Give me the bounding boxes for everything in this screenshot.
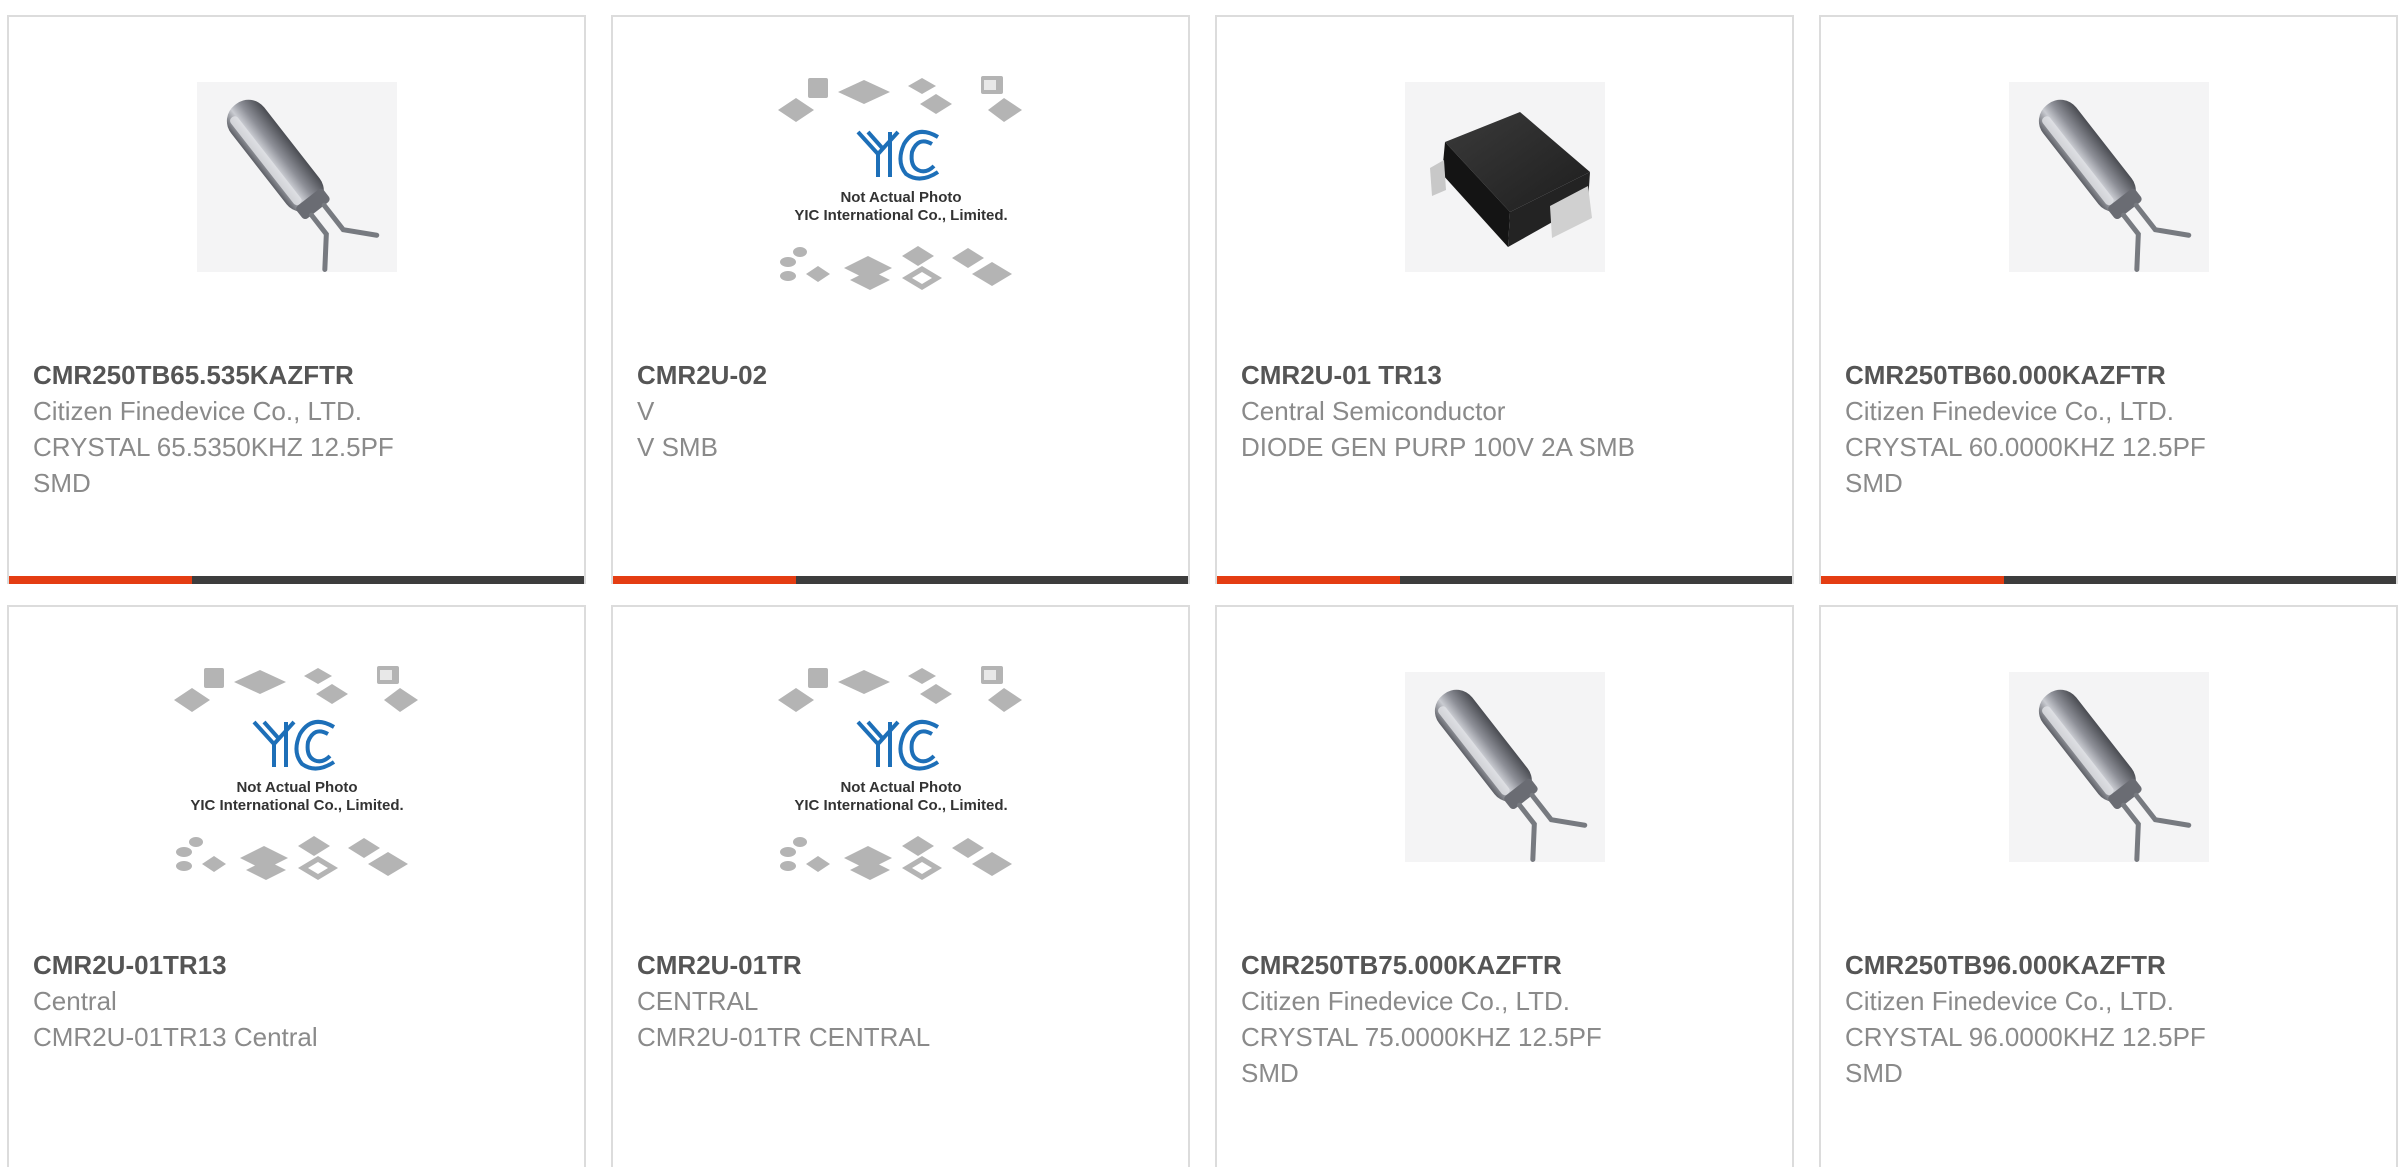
svg-text:Not Actual Photo: Not Actual Photo xyxy=(840,189,961,206)
svg-text:Not Actual Photo: Not Actual Photo xyxy=(840,779,961,796)
manufacturer: Central xyxy=(33,986,117,1016)
part-number-link[interactable]: CMR2U-01 TR13 xyxy=(1241,357,1768,393)
crystal-icon xyxy=(1404,672,1605,862)
manufacturer: Citizen Finedevice Co., LTD. xyxy=(33,396,362,426)
svg-text:YIC International Co., Limited: YIC International Co., Limited. xyxy=(190,797,403,814)
part-number-link[interactable]: CMR2U-01TR xyxy=(637,947,1164,983)
svg-text:YIC International Co., Limited: YIC International Co., Limited. xyxy=(794,797,1007,814)
placeholder-logo-icon: Not Actual Photo YIC International Co., … xyxy=(777,666,1022,880)
part-number-link[interactable]: CMR250TB65.535KAZFTR xyxy=(33,357,560,393)
product-grid: CMR250TB65.535KAZFTR Citizen Finedevice … xyxy=(0,0,2400,1167)
card-bottom-bar xyxy=(613,576,1188,584)
product-image[interactable] xyxy=(1821,72,2396,307)
product-card[interactable]: Not Actual Photo YIC International Co., … xyxy=(7,605,586,1167)
product-image[interactable] xyxy=(1821,662,2396,897)
description: CMR2U-01TR13 Central xyxy=(33,1022,318,1052)
manufacturer: V xyxy=(637,396,655,426)
svg-text:Not Actual Photo: Not Actual Photo xyxy=(236,779,357,796)
description: CRYSTAL 75.0000KHZ 12.5PF SMD xyxy=(1241,1022,1602,1088)
placeholder-logo-icon: Not Actual Photo YIC International Co., … xyxy=(777,76,1022,290)
card-accent-bar xyxy=(613,576,796,584)
product-image[interactable] xyxy=(1217,72,1792,307)
part-number-link[interactable]: CMR250TB96.000KAZFTR xyxy=(1845,947,2372,983)
manufacturer: CENTRAL xyxy=(637,986,759,1016)
product-card[interactable]: CMR2U-01 TR13 Central Semiconductor DIOD… xyxy=(1215,15,1794,584)
manufacturer: Central Semiconductor xyxy=(1241,396,1506,426)
diode-icon xyxy=(1404,82,1605,272)
description: V SMB xyxy=(637,432,718,462)
product-card[interactable]: CMR250TB65.535KAZFTR Citizen Finedevice … xyxy=(7,15,586,584)
product-card[interactable]: Not Actual Photo YIC International Co., … xyxy=(611,605,1190,1167)
card-bottom-bar xyxy=(1821,576,2396,584)
card-accent-bar xyxy=(1217,576,1400,584)
product-image[interactable] xyxy=(1217,662,1792,897)
card-bottom-bar xyxy=(9,576,584,584)
manufacturer: Citizen Finedevice Co., LTD. xyxy=(1241,986,1570,1016)
crystal-icon xyxy=(2008,672,2209,862)
product-image[interactable] xyxy=(9,72,584,307)
product-card[interactable]: CMR250TB75.000KAZFTR Citizen Finedevice … xyxy=(1215,605,1794,1167)
card-accent-bar xyxy=(1821,576,2004,584)
product-card[interactable]: CMR250TB96.000KAZFTR Citizen Finedevice … xyxy=(1819,605,2398,1167)
product-card[interactable]: CMR250TB60.000KAZFTR Citizen Finedevice … xyxy=(1819,15,2398,584)
crystal-icon xyxy=(196,82,397,272)
description: DIODE GEN PURP 100V 2A SMB xyxy=(1241,432,1635,462)
product-image[interactable]: Not Actual Photo YIC International Co., … xyxy=(613,662,1188,897)
crystal-icon xyxy=(2008,82,2209,272)
description: CRYSTAL 60.0000KHZ 12.5PF SMD xyxy=(1845,432,2206,498)
description: CMR2U-01TR CENTRAL xyxy=(637,1022,931,1052)
svg-text:YIC International Co., Limited: YIC International Co., Limited. xyxy=(794,207,1007,224)
product-image[interactable]: Not Actual Photo YIC International Co., … xyxy=(613,72,1188,307)
card-bottom-bar xyxy=(1217,576,1792,584)
part-number-link[interactable]: CMR2U-02 xyxy=(637,357,1164,393)
manufacturer: Citizen Finedevice Co., LTD. xyxy=(1845,986,2174,1016)
part-number-link[interactable]: CMR250TB75.000KAZFTR xyxy=(1241,947,1768,983)
description: CRYSTAL 65.5350KHZ 12.5PF SMD xyxy=(33,432,394,498)
manufacturer: Citizen Finedevice Co., LTD. xyxy=(1845,396,2174,426)
product-card[interactable]: Not Actual Photo YIC International Co., … xyxy=(611,15,1190,584)
placeholder-logo-icon: Not Actual Photo YIC International Co., … xyxy=(173,666,418,880)
part-number-link[interactable]: CMR250TB60.000KAZFTR xyxy=(1845,357,2372,393)
product-image[interactable]: Not Actual Photo YIC International Co., … xyxy=(9,662,584,897)
card-accent-bar xyxy=(9,576,192,584)
part-number-link[interactable]: CMR2U-01TR13 xyxy=(33,947,560,983)
description: CRYSTAL 96.0000KHZ 12.5PF SMD xyxy=(1845,1022,2206,1088)
